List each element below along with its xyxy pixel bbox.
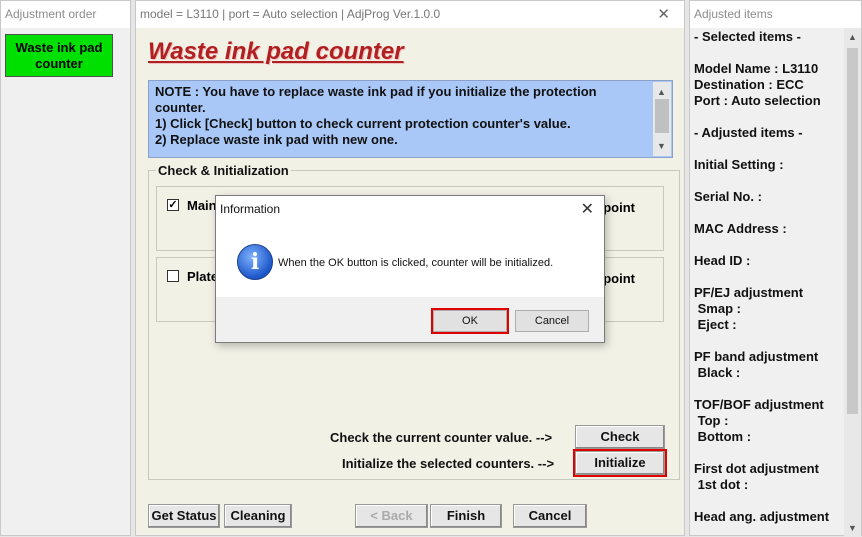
adjusted-item-line (694, 269, 844, 285)
init-hint: Initialize the selected counters. --> (342, 456, 555, 471)
adjusted-item-line: Head ang. adjustment (694, 509, 830, 524)
close-icon[interactable]: ✕ (581, 199, 594, 219)
adjusted-item-line (694, 445, 844, 461)
adjusted-item-line: Head ID : (694, 253, 751, 268)
note-scrollbar[interactable]: ▲ ▼ (653, 82, 671, 156)
main-window-titlebar: model = L3110 | port = Auto selection | … (136, 1, 684, 28)
check-hint: Check the current counter value. --> (330, 430, 553, 445)
note-line: 2) Replace waste ink pad with new one. (155, 132, 398, 147)
finish-button[interactable]: Finish (430, 504, 502, 528)
dialog-message: When the OK button is clicked, counter w… (278, 257, 554, 269)
ok-button[interactable]: OK (431, 308, 509, 334)
adjusted-item-line: Model Name : L3110 (694, 61, 819, 76)
adjusted-item-line: - Selected items - (694, 29, 801, 44)
adjusted-items-title: Adjusted items (690, 1, 861, 28)
information-dialog: Information ✕ i When the OK button is cl… (215, 195, 605, 343)
cancel-button[interactable]: Cancel (513, 504, 587, 528)
adjusted-item-line (694, 173, 844, 189)
plate-label: Plate (187, 269, 219, 284)
main-window-title: model = L3110 | port = Auto selection | … (140, 7, 441, 21)
close-icon[interactable]: ✕ (657, 1, 670, 28)
adjusted-item-line (694, 493, 844, 509)
dialog-cancel-button[interactable]: Cancel (515, 310, 589, 332)
plate-point-label: point (603, 271, 635, 286)
waste-ink-pad-counter-button[interactable]: Waste ink pad counter (5, 34, 113, 77)
initialize-button[interactable]: Initialize (573, 449, 667, 477)
adjusted-item-line: Top : (694, 413, 729, 428)
adjusted-item-line (694, 237, 844, 253)
scroll-down-icon[interactable]: ▼ (848, 523, 857, 533)
adjustment-order-title: Adjustment order (1, 1, 130, 28)
adjusted-item-line: - Adjusted items - (694, 125, 803, 140)
adjusted-item-line: Destination : ECC (694, 77, 804, 92)
scroll-down-icon[interactable]: ▼ (657, 138, 666, 154)
adjusted-items-window: Adjusted items - Selected items - Model N… (689, 0, 862, 537)
adjusted-item-line: MAC Address : (694, 221, 787, 236)
adjusted-item-line: Black : (694, 365, 741, 380)
main-label: Main (187, 198, 217, 213)
cleaning-button[interactable]: Cleaning (224, 504, 292, 528)
adjusted-item-line: 1st dot : (694, 477, 749, 492)
adjusted-item-line: PF/EJ adjustment (694, 285, 804, 300)
scroll-thumb[interactable] (655, 99, 669, 133)
note-line: NOTE : You have to replace waste ink pad… (155, 84, 597, 115)
adjusted-item-line (694, 381, 844, 397)
note-box: NOTE : You have to replace waste ink pad… (148, 80, 673, 158)
adjusted-item-line (694, 109, 844, 125)
note-line: 1) Click [Check] button to check current… (155, 116, 571, 131)
adjusted-item-line (694, 205, 844, 221)
adjusted-item-line (694, 333, 844, 349)
adjusted-item-line: First dot adjustment (694, 461, 819, 476)
adjusted-item-line: PF band adjustment (694, 349, 819, 364)
adjusted-item-line: Bottom : (694, 429, 752, 444)
page-title: Waste ink pad counter (148, 38, 404, 65)
main-point-label: point (603, 200, 635, 215)
info-icon: i (237, 244, 273, 280)
scroll-up-icon[interactable]: ▲ (657, 84, 666, 100)
adjusted-item-line (694, 141, 844, 157)
scroll-up-icon[interactable]: ▲ (848, 32, 857, 42)
adjusted-item-line: Initial Setting : (694, 157, 784, 172)
adjustment-order-window: Adjustment order Waste ink pad counter (0, 0, 131, 536)
adjusted-item-line: Smap : (694, 301, 741, 316)
check-button[interactable]: Check (575, 425, 665, 449)
scroll-thumb[interactable] (847, 48, 858, 414)
group-title: Check & Initialization (156, 163, 291, 178)
adjusted-item-line: TOF/BOF adjustment (694, 397, 824, 412)
back-button[interactable]: < Back (355, 504, 428, 528)
plate-checkbox[interactable] (167, 270, 179, 282)
adjusted-item-line: Eject : (694, 317, 737, 332)
adjusted-items-list: - Selected items - Model Name : L3110 Dest… (694, 29, 844, 525)
main-checkbox[interactable]: ✓ (167, 199, 179, 211)
get-status-button[interactable]: Get Status (148, 504, 220, 528)
right-scrollbar[interactable]: ▲ ▼ (844, 28, 861, 537)
adjusted-item-line: Serial No. : (694, 189, 762, 204)
dialog-title: Information (220, 202, 281, 216)
adjusted-item-line: Port : Auto selection (694, 93, 821, 108)
adjusted-item-line (694, 45, 844, 61)
